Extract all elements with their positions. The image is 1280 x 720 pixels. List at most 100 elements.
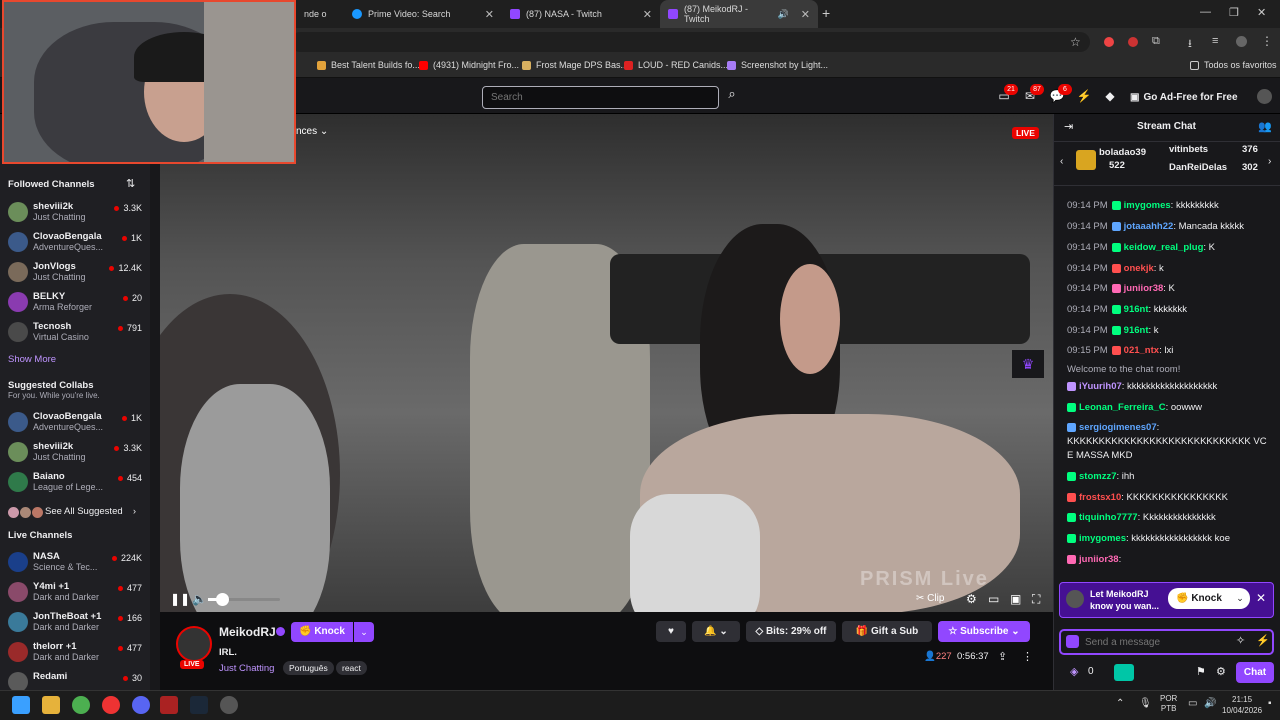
profile-avatar[interactable] bbox=[1236, 36, 1247, 47]
sidebar-channel[interactable]: sheviii2k Just Chatting 3.3K bbox=[0, 438, 150, 468]
bookmark-item[interactable]: Best Talent Builds fo... bbox=[317, 60, 420, 70]
volume-icon[interactable]: 🔈 bbox=[192, 592, 207, 606]
close-window-icon[interactable]: ✕ bbox=[1257, 6, 1266, 19]
more-options-icon[interactable]: ⋮ bbox=[1022, 650, 1033, 663]
see-all-suggested-link[interactable]: See All Suggested bbox=[45, 506, 123, 517]
prime-loot-icon[interactable]: ⚡ bbox=[1076, 89, 1092, 105]
reading-list-icon[interactable]: ≡ bbox=[1212, 35, 1218, 47]
address-bar[interactable] bbox=[290, 32, 1090, 52]
browser-tab[interactable]: Prime Video: Search ✕ bbox=[344, 0, 502, 28]
new-tab-button[interactable]: + bbox=[822, 5, 830, 21]
network-icon[interactable]: ▭ bbox=[1188, 698, 1197, 709]
chat-username[interactable]: tiquinho7777 bbox=[1079, 512, 1138, 523]
minimize-icon[interactable]: — bbox=[1200, 6, 1211, 18]
app-icon[interactable] bbox=[160, 696, 178, 714]
close-tab-icon[interactable]: ✕ bbox=[485, 8, 494, 21]
volume-slider-handle[interactable] bbox=[216, 593, 229, 606]
bookmark-star-icon[interactable]: ☆ bbox=[1070, 35, 1081, 49]
crown-icon[interactable]: ♛ bbox=[1012, 350, 1044, 378]
menu-kebab-icon[interactable]: ⋮ bbox=[1261, 34, 1273, 48]
maximize-icon[interactable]: ❐ bbox=[1229, 6, 1239, 19]
sidebar-channel[interactable]: Baiano League of Lege... 454 bbox=[0, 468, 150, 498]
bookmark-item[interactable]: Screenshot by Light... bbox=[727, 60, 828, 70]
show-more-link[interactable]: Show More bbox=[8, 354, 56, 365]
bookmark-item[interactable]: (4931) Midnight Fro... bbox=[419, 60, 519, 70]
bookmark-item[interactable]: LOUD - RED Canids... bbox=[624, 60, 728, 70]
chevron-right-icon[interactable]: › bbox=[1268, 156, 1271, 167]
chat-username[interactable]: sergiogimenes07 bbox=[1079, 422, 1157, 433]
download-icon[interactable]: ⭳ bbox=[1188, 35, 1192, 54]
pip-icon[interactable]: ▣ bbox=[1010, 592, 1021, 606]
prediction-icon[interactable] bbox=[1114, 664, 1134, 681]
sidebar-channel[interactable]: BELKY Arma Reforger 20 bbox=[0, 288, 150, 318]
input-language[interactable]: POR PTB bbox=[1160, 694, 1177, 714]
gift-sub-button[interactable]: 🎁 Gift a Sub bbox=[842, 621, 932, 642]
video-player[interactable] bbox=[160, 114, 1053, 612]
chat-badge-icon[interactable] bbox=[1066, 635, 1079, 648]
chat-effects-icon[interactable]: ✧ bbox=[1236, 634, 1245, 647]
chat-settings-gear-icon[interactable]: ⚙ bbox=[1216, 665, 1226, 678]
extension-icon[interactable] bbox=[1128, 37, 1138, 47]
quality-menu[interactable]: nces ⌄ bbox=[296, 126, 328, 137]
search-icon[interactable]: ⌕ bbox=[722, 86, 742, 109]
follow-heart-icon[interactable]: ♥ bbox=[656, 621, 686, 642]
crown-gem-icon[interactable]: ◆ bbox=[1102, 89, 1118, 105]
notification-bell-button[interactable]: 🔔 ⌄ bbox=[692, 621, 740, 642]
sidebar-channel[interactable]: Tecnosh Virtual Casino 791 bbox=[0, 318, 150, 348]
bits-button[interactable]: ◇ Bits: 29% off bbox=[746, 621, 836, 642]
sort-icon[interactable]: ⇅ bbox=[126, 177, 135, 190]
leader-name[interactable]: boladao39 bbox=[1099, 147, 1146, 158]
knock-button-chat[interactable]: ✊ Knock bbox=[1168, 588, 1230, 609]
sidebar-channel[interactable]: Y4mi +1 Dark and Darker 477 bbox=[0, 578, 150, 608]
chat-username[interactable]: juniior38 bbox=[1079, 554, 1119, 565]
sidebar-scrollbar[interactable] bbox=[150, 114, 160, 690]
chat-username[interactable]: Leonan_Ferreira_C bbox=[1079, 402, 1166, 413]
chat-username[interactable]: imygomes bbox=[1124, 200, 1171, 211]
chat-username[interactable]: 021_ntx bbox=[1124, 345, 1159, 356]
browser-tab[interactable]: nde o bbox=[296, 0, 344, 28]
community-icon[interactable]: 👥 bbox=[1258, 120, 1272, 133]
emote-picker-icon[interactable]: ⚡ bbox=[1256, 634, 1270, 647]
chat-username[interactable]: iYuurih07 bbox=[1079, 381, 1122, 392]
chat-username[interactable]: jotaaahh22 bbox=[1124, 221, 1174, 232]
extensions-puzzle-icon[interactable]: ⧉ bbox=[1152, 35, 1160, 48]
close-tab-icon[interactable]: ✕ bbox=[801, 8, 810, 21]
sidebar-channel[interactable]: sheviii2k Just Chatting 3.3K bbox=[0, 198, 150, 228]
chat-username[interactable]: frostsx10 bbox=[1079, 492, 1121, 503]
chat-username[interactable]: 916nt bbox=[1124, 325, 1149, 336]
speaker-icon[interactable]: 🔊 bbox=[1204, 698, 1216, 709]
share-icon[interactable]: ⇪ bbox=[998, 650, 1007, 663]
opera-icon[interactable] bbox=[102, 696, 120, 714]
chat-username[interactable]: 916nt bbox=[1124, 304, 1149, 315]
steam-icon[interactable] bbox=[190, 696, 208, 714]
pause-icon[interactable]: ❚❚ bbox=[170, 592, 190, 606]
sidebar-channel[interactable]: JonTheBoat +1 Dark and Darker 166 bbox=[0, 608, 150, 638]
user-avatar[interactable] bbox=[1257, 89, 1272, 104]
tag-react[interactable]: react bbox=[336, 661, 367, 675]
sidebar-channel[interactable]: ClovaoBengala AdventureQues... 1K bbox=[0, 228, 150, 258]
chat-username[interactable]: imygomes bbox=[1079, 533, 1126, 544]
sidebar-channel[interactable]: NASA Science & Tec... 224K bbox=[0, 548, 150, 578]
knock-dropdown-chevron-icon[interactable]: ⌄ bbox=[1230, 588, 1250, 609]
fullscreen-icon[interactable]: ⛶ bbox=[1032, 592, 1040, 607]
close-icon[interactable]: ✕ bbox=[1256, 591, 1266, 605]
chat-username[interactable]: keidow_real_plug bbox=[1124, 242, 1204, 253]
go-ad-free-button[interactable]: ▣ Go Ad-Free for Free bbox=[1130, 88, 1238, 106]
speaker-icon[interactable]: 🔊 bbox=[778, 9, 789, 20]
knock-button[interactable]: ✊ Knock bbox=[291, 622, 353, 642]
streamer-name[interactable]: MeikodRJ bbox=[219, 625, 276, 639]
notification-center-icon[interactable]: ▪ bbox=[1268, 698, 1272, 709]
settings-gear-icon[interactable]: ⚙ bbox=[966, 592, 977, 606]
close-tab-icon[interactable]: ✕ bbox=[643, 8, 652, 21]
bookmark-item[interactable]: Frost Mage DPS Bas... bbox=[522, 60, 628, 70]
theatre-mode-icon[interactable]: ▭ bbox=[988, 592, 999, 606]
chat-username[interactable]: stomzz7 bbox=[1079, 471, 1116, 482]
chevron-left-icon[interactable]: ‹ bbox=[1060, 156, 1063, 167]
browser-tab[interactable]: (87) NASA - Twitch ✕ bbox=[502, 0, 660, 28]
leader-name[interactable]: DanReiDelas bbox=[1169, 162, 1227, 173]
chat-identity-icon[interactable]: ⚑ bbox=[1196, 665, 1206, 678]
chat-send-button[interactable]: Chat bbox=[1236, 662, 1274, 683]
app-icon[interactable] bbox=[220, 696, 238, 714]
chat-username[interactable]: onekjk bbox=[1124, 263, 1154, 274]
tag-portugues[interactable]: Português bbox=[283, 661, 334, 675]
